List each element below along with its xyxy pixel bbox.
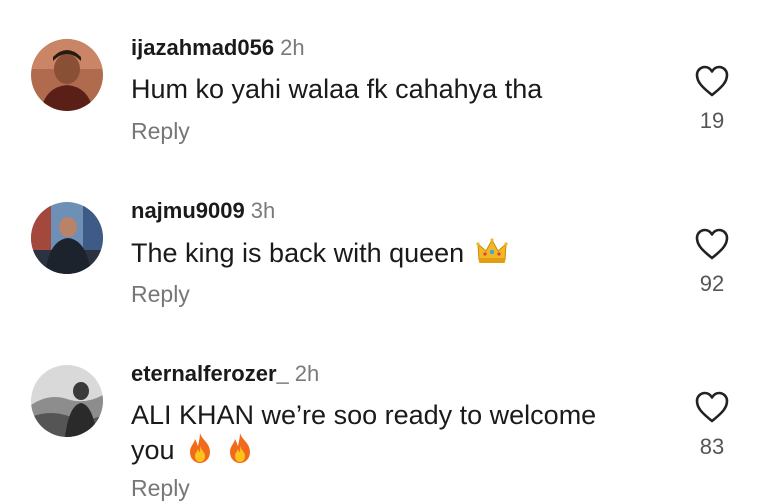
avatar[interactable] (31, 202, 103, 274)
reply-button[interactable]: Reply (131, 118, 190, 145)
comment-text: Hum ko yahi walaa fk cahahya tha (131, 74, 543, 104)
heart-icon[interactable] (694, 227, 730, 261)
crown-emoji (476, 236, 508, 274)
comment-username[interactable]: eternalferozer_ 2h (131, 361, 319, 387)
comment-username[interactable]: najmu9009 3h (131, 198, 275, 224)
avatar[interactable] (31, 39, 103, 111)
comment-text-line: ALI KHAN we’re soo ready to welcome (131, 400, 597, 430)
avatar[interactable] (31, 365, 103, 437)
heart-icon[interactable] (694, 390, 730, 424)
like-count: 92 (699, 271, 725, 296)
comment-text: The king is back with queen (131, 236, 651, 274)
fire-emoji (186, 432, 214, 472)
comment-text: ALI KHAN we’re soo ready to welcome you (131, 399, 651, 472)
comment-item: ijazahmad056 2h Hum ko yahi walaa fk caha… (0, 0, 768, 150)
comment-timestamp: 2h (294, 361, 320, 386)
comment-text-content: you (131, 435, 175, 466)
comment-username[interactable]: ijazahmad056 2h (131, 35, 305, 61)
comment-timestamp: 2h (280, 35, 305, 60)
like-count: 19 (699, 108, 725, 133)
username-text[interactable]: najmu9009 (131, 198, 245, 223)
username-text[interactable]: eternalferozer_ (131, 361, 289, 386)
reply-button[interactable]: Reply (131, 475, 190, 502)
comment-text-line-2: you (131, 432, 651, 472)
comment-timestamp: 3h (250, 198, 276, 223)
comment-item: eternalferozer_ 2h ALI KHAN we’re soo rea… (0, 326, 768, 501)
comment-item: najmu9009 3h The king is back with queen … (0, 163, 768, 313)
fire-emoji (226, 432, 254, 472)
username-text[interactable]: ijazahmad056 (131, 35, 274, 60)
like-count: 83 (699, 434, 725, 459)
heart-icon[interactable] (694, 64, 730, 98)
comment-text-content: The king is back with queen (131, 238, 465, 269)
reply-button[interactable]: Reply (131, 281, 190, 308)
